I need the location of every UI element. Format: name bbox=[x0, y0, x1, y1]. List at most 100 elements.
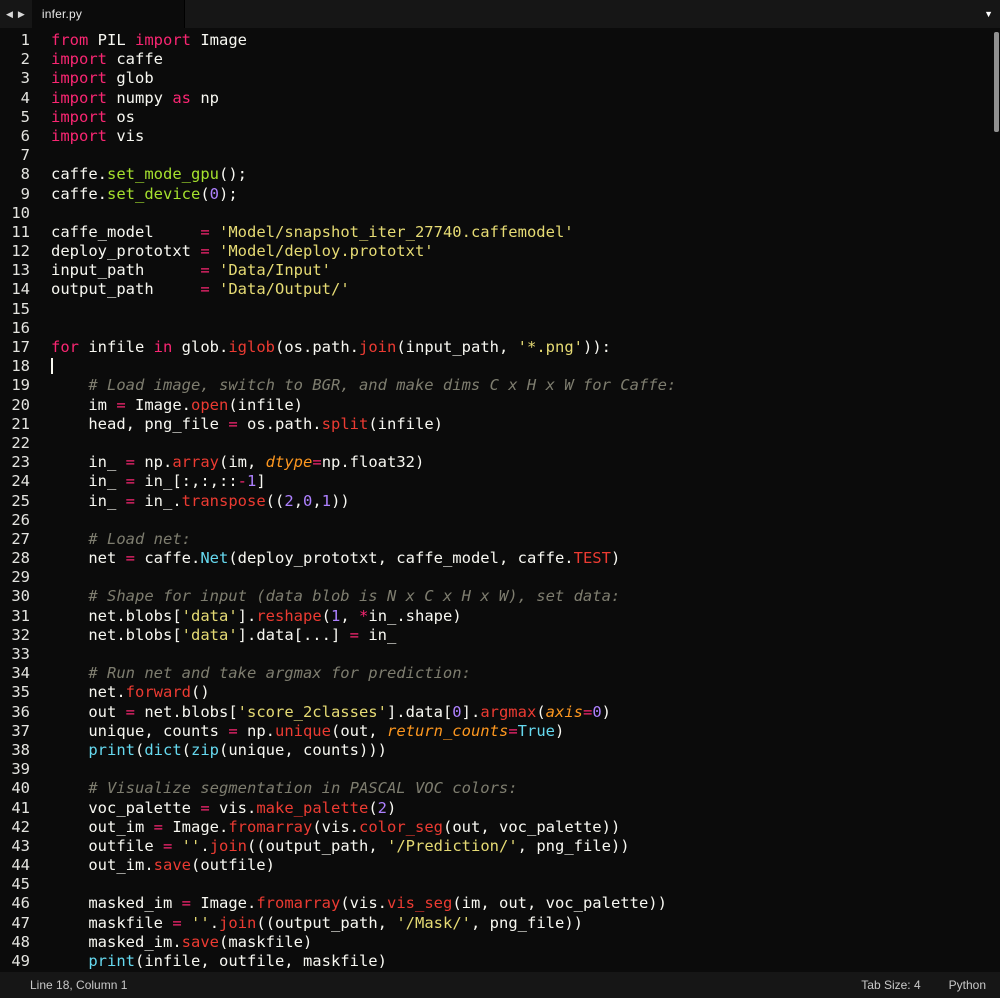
line-number[interactable]: 35 bbox=[0, 683, 30, 702]
code-line[interactable]: 3 import glob bbox=[0, 69, 1000, 88]
line-number[interactable]: 46 bbox=[0, 894, 30, 913]
line-number[interactable]: 3 bbox=[0, 69, 30, 88]
tab-scroll-right-icon[interactable]: ▶ bbox=[18, 9, 25, 20]
line-number[interactable]: 23 bbox=[0, 453, 30, 472]
tab-size-indicator[interactable]: Tab Size: 4 bbox=[861, 978, 920, 992]
line-number[interactable]: 37 bbox=[0, 722, 30, 741]
code-line[interactable]: 39 bbox=[0, 760, 1000, 779]
line-number[interactable]: 41 bbox=[0, 799, 30, 818]
line-number[interactable]: 24 bbox=[0, 472, 30, 491]
line-number[interactable]: 10 bbox=[0, 204, 30, 223]
code-line[interactable]: 20 im = Image.open(infile) bbox=[0, 396, 1000, 415]
code-line[interactable]: 21 head, png_file = os.path.split(infile… bbox=[0, 415, 1000, 434]
code-line[interactable]: 26 bbox=[0, 511, 1000, 530]
code-line[interactable]: 47 maskfile = ''.join((output_path, '/Ma… bbox=[0, 914, 1000, 933]
code-line[interactable]: 34 # Run net and take argmax for predict… bbox=[0, 664, 1000, 683]
code-line[interactable]: 32 net.blobs['data'].data[...] = in_ bbox=[0, 626, 1000, 645]
line-number[interactable]: 4 bbox=[0, 89, 30, 108]
code-line[interactable]: 40 # Visualize segmentation in PASCAL VO… bbox=[0, 779, 1000, 798]
code-line[interactable]: 6 import vis bbox=[0, 127, 1000, 146]
line-number[interactable]: 33 bbox=[0, 645, 30, 664]
code-line[interactable]: 11 caffe_model = 'Model/snapshot_iter_277… bbox=[0, 223, 1000, 242]
vertical-scrollbar-thumb[interactable] bbox=[994, 32, 999, 132]
line-number[interactable]: 11 bbox=[0, 223, 30, 242]
code-line[interactable]: 2 import caffe bbox=[0, 50, 1000, 69]
line-number[interactable]: 21 bbox=[0, 415, 30, 434]
line-number[interactable]: 44 bbox=[0, 856, 30, 875]
code-line[interactable]: 33 bbox=[0, 645, 1000, 664]
line-number[interactable]: 16 bbox=[0, 319, 30, 338]
line-number[interactable]: 30 bbox=[0, 587, 30, 606]
line-number[interactable]: 34 bbox=[0, 664, 30, 683]
code-line[interactable]: 25 in_ = in_.transpose((2,0,1)) bbox=[0, 492, 1000, 511]
code-line[interactable]: 7 bbox=[0, 146, 1000, 165]
line-number[interactable]: 26 bbox=[0, 511, 30, 530]
code-line[interactable]: 27 # Load net: bbox=[0, 530, 1000, 549]
code-line[interactable]: 41 voc_palette = vis.make_palette(2) bbox=[0, 799, 1000, 818]
line-number[interactable]: 17 bbox=[0, 338, 30, 357]
line-number[interactable]: 27 bbox=[0, 530, 30, 549]
code-line[interactable]: 46 masked_im = Image.fromarray(vis.vis_s… bbox=[0, 894, 1000, 913]
line-number[interactable]: 19 bbox=[0, 376, 30, 395]
line-number[interactable]: 9 bbox=[0, 185, 30, 204]
line-number[interactable]: 48 bbox=[0, 933, 30, 952]
code-line[interactable]: 19 # Load image, switch to BGR, and make… bbox=[0, 376, 1000, 395]
code-line[interactable]: 49 print(infile, outfile, maskfile) bbox=[0, 952, 1000, 971]
code-line[interactable]: 14 output_path = 'Data/Output/' bbox=[0, 280, 1000, 299]
code-line[interactable]: 48 masked_im.save(maskfile) bbox=[0, 933, 1000, 952]
line-number[interactable]: 6 bbox=[0, 127, 30, 146]
line-number[interactable]: 2 bbox=[0, 50, 30, 69]
line-number[interactable]: 5 bbox=[0, 108, 30, 127]
line-number[interactable]: 1 bbox=[0, 31, 30, 50]
code-line[interactable]: 31 net.blobs['data'].reshape(1, *in_.sha… bbox=[0, 607, 1000, 626]
code-line[interactable]: 35 net.forward() bbox=[0, 683, 1000, 702]
code-line[interactable]: 22 bbox=[0, 434, 1000, 453]
code-line[interactable]: 43 outfile = ''.join((output_path, '/Pre… bbox=[0, 837, 1000, 856]
code-line[interactable]: 29 bbox=[0, 568, 1000, 587]
code-line[interactable]: 12 deploy_prototxt = 'Model/deploy.protot… bbox=[0, 242, 1000, 261]
line-number[interactable]: 47 bbox=[0, 914, 30, 933]
line-number[interactable]: 12 bbox=[0, 242, 30, 261]
code-line[interactable]: 8 caffe.set_mode_gpu(); bbox=[0, 165, 1000, 184]
code-line[interactable]: 15 bbox=[0, 300, 1000, 319]
code-line[interactable]: 10 bbox=[0, 204, 1000, 223]
code-line[interactable]: 45 bbox=[0, 875, 1000, 894]
line-number[interactable]: 43 bbox=[0, 837, 30, 856]
line-number[interactable]: 32 bbox=[0, 626, 30, 645]
code-line[interactable]: 28 net = caffe.Net(deploy_prototxt, caff… bbox=[0, 549, 1000, 568]
code-line[interactable]: 13 input_path = 'Data/Input' bbox=[0, 261, 1000, 280]
code-line[interactable]: 1 from PIL import Image bbox=[0, 31, 1000, 50]
line-number[interactable]: 13 bbox=[0, 261, 30, 280]
code-line[interactable]: 44 out_im.save(outfile) bbox=[0, 856, 1000, 875]
line-number[interactable]: 42 bbox=[0, 818, 30, 837]
line-number[interactable]: 22 bbox=[0, 434, 30, 453]
line-number[interactable]: 29 bbox=[0, 568, 30, 587]
code-line[interactable]: 16 bbox=[0, 319, 1000, 338]
line-number[interactable]: 28 bbox=[0, 549, 30, 568]
line-number[interactable]: 14 bbox=[0, 280, 30, 299]
line-number[interactable]: 36 bbox=[0, 703, 30, 722]
line-number[interactable]: 15 bbox=[0, 300, 30, 319]
line-number[interactable]: 40 bbox=[0, 779, 30, 798]
line-number[interactable]: 45 bbox=[0, 875, 30, 894]
code-line[interactable]: 18 bbox=[0, 357, 1000, 376]
code-line[interactable]: 17 for infile in glob.iglob(os.path.join(… bbox=[0, 338, 1000, 357]
code-line[interactable]: 5 import os bbox=[0, 108, 1000, 127]
code-line[interactable]: 38 print(dict(zip(unique, counts))) bbox=[0, 741, 1000, 760]
tab-scroll-left-icon[interactable]: ◀ bbox=[6, 9, 13, 20]
code-line[interactable]: 42 out_im = Image.fromarray(vis.color_se… bbox=[0, 818, 1000, 837]
line-number[interactable]: 25 bbox=[0, 492, 30, 511]
code-line[interactable]: 36 out = net.blobs['score_2classes'].dat… bbox=[0, 703, 1000, 722]
line-number[interactable]: 31 bbox=[0, 607, 30, 626]
code-line[interactable]: 4 import numpy as np bbox=[0, 89, 1000, 108]
line-number[interactable]: 8 bbox=[0, 165, 30, 184]
code-line[interactable]: 37 unique, counts = np.unique(out, retur… bbox=[0, 722, 1000, 741]
code-line[interactable]: 23 in_ = np.array(im, dtype=np.float32) bbox=[0, 453, 1000, 472]
line-number[interactable]: 38 bbox=[0, 741, 30, 760]
line-number[interactable]: 20 bbox=[0, 396, 30, 415]
code-line[interactable]: 24 in_ = in_[:,:,::-1] bbox=[0, 472, 1000, 491]
tab-infer-py[interactable]: infer.py bbox=[31, 0, 185, 28]
code-editor[interactable]: 1 from PIL import Image 2 import caffe 3 impo… bbox=[0, 28, 1000, 972]
code-line[interactable]: 9 caffe.set_device(0); bbox=[0, 185, 1000, 204]
language-indicator[interactable]: Python bbox=[949, 978, 986, 992]
